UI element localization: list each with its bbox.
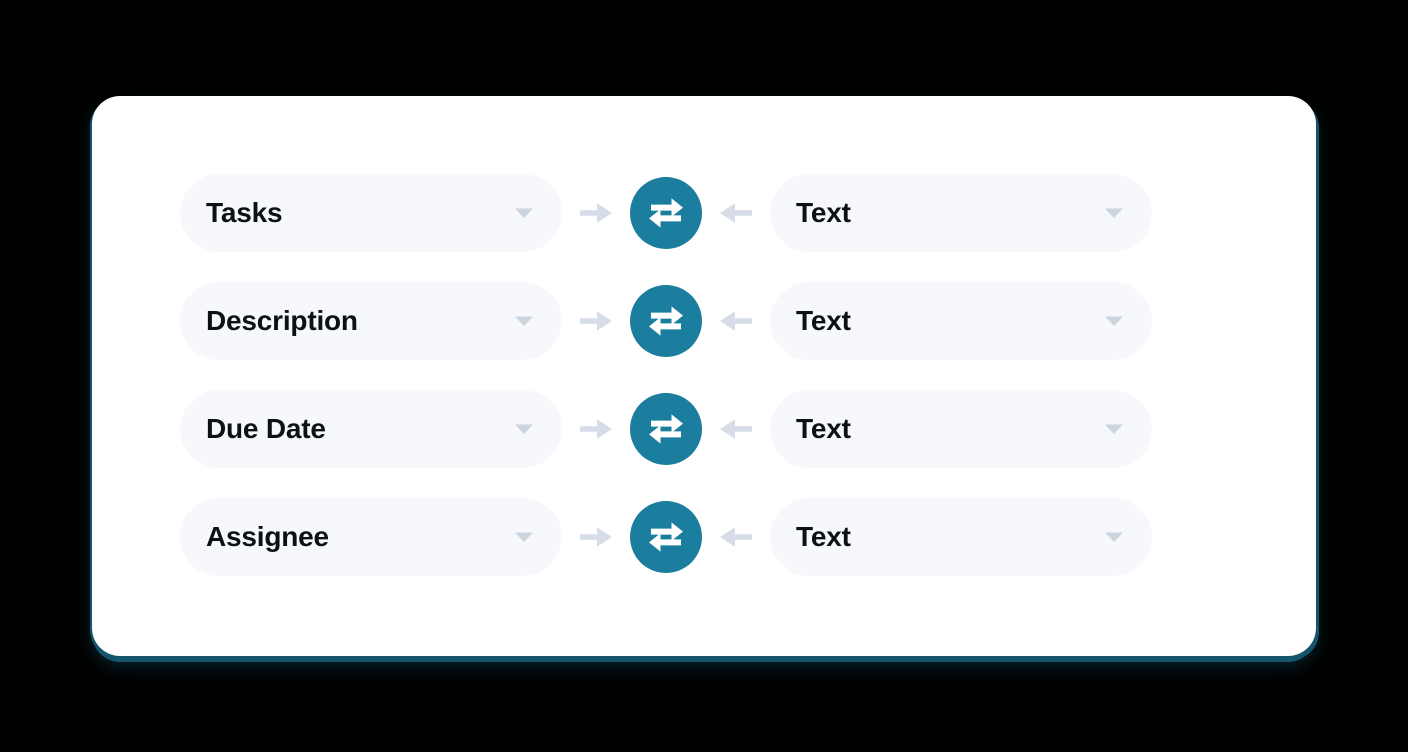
screen-root: Tasks Text Description Text Due Date Tex… — [0, 0, 1408, 752]
field-mapping-card: Tasks Text Description Text Due Date Tex… — [92, 96, 1316, 656]
source-field-value: Description — [206, 305, 358, 336]
arrow-left-icon — [702, 417, 770, 441]
field-mapping-list: Tasks Text Description Text Due Date Tex… — [180, 174, 1228, 576]
two-way-sync-icon[interactable] — [630, 501, 702, 573]
source-field-value: Assignee — [206, 521, 329, 552]
chevron-down-icon[interactable] — [514, 423, 534, 435]
arrow-left-icon — [702, 525, 770, 549]
chevron-down-icon[interactable] — [1104, 423, 1124, 435]
field-mapping-row: Due Date Text — [180, 390, 1228, 468]
arrow-left-icon — [702, 201, 770, 225]
arrow-left-icon — [702, 309, 770, 333]
target-type-value: Text — [796, 305, 851, 336]
chevron-down-icon[interactable] — [1104, 315, 1124, 327]
chevron-down-icon[interactable] — [1104, 207, 1124, 219]
source-field-value: Tasks — [206, 197, 283, 228]
field-mapping-row: Assignee Text — [180, 498, 1228, 576]
arrow-right-icon — [562, 525, 630, 549]
source-field-select[interactable]: Assignee — [180, 498, 562, 576]
arrow-right-icon — [562, 309, 630, 333]
source-field-select[interactable]: Due Date — [180, 390, 562, 468]
source-field-select[interactable]: Tasks — [180, 174, 562, 252]
source-field-value: Due Date — [206, 413, 326, 444]
chevron-down-icon[interactable] — [1104, 531, 1124, 543]
source-field-select[interactable]: Description — [180, 282, 562, 360]
chevron-down-icon[interactable] — [514, 315, 534, 327]
two-way-sync-icon[interactable] — [630, 285, 702, 357]
field-mapping-row: Tasks Text — [180, 174, 1228, 252]
two-way-sync-icon[interactable] — [630, 393, 702, 465]
target-type-select[interactable]: Text — [770, 390, 1152, 468]
field-mapping-row: Description Text — [180, 282, 1228, 360]
target-type-value: Text — [796, 413, 851, 444]
two-way-sync-icon[interactable] — [630, 177, 702, 249]
target-type-select[interactable]: Text — [770, 282, 1152, 360]
arrow-right-icon — [562, 417, 630, 441]
target-type-select[interactable]: Text — [770, 498, 1152, 576]
target-type-value: Text — [796, 521, 851, 552]
target-type-value: Text — [796, 197, 851, 228]
target-type-select[interactable]: Text — [770, 174, 1152, 252]
chevron-down-icon[interactable] — [514, 207, 534, 219]
chevron-down-icon[interactable] — [514, 531, 534, 543]
arrow-right-icon — [562, 201, 630, 225]
